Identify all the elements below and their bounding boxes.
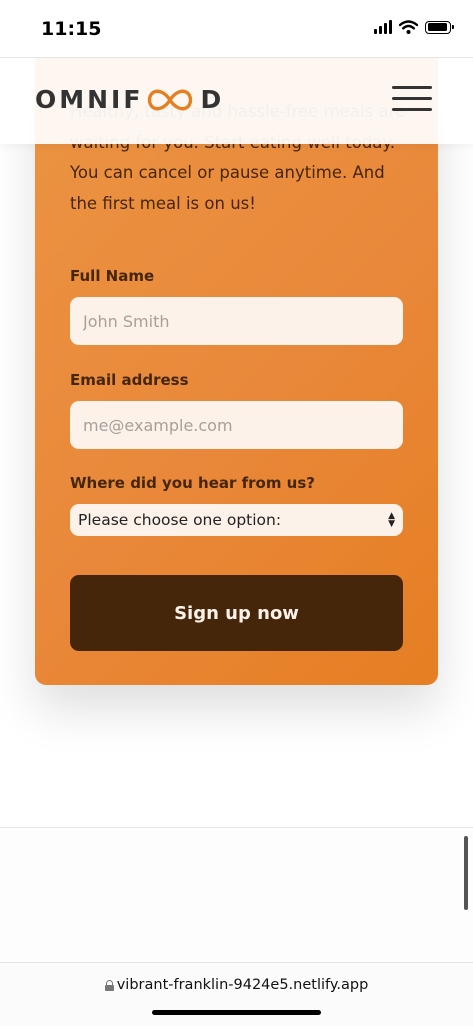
logo-text-right: D bbox=[200, 85, 225, 114]
infinity-logo-icon bbox=[148, 89, 193, 110]
omnifood-logo[interactable]: OMNIF D bbox=[35, 85, 224, 114]
source-select-value: Please choose one option: bbox=[78, 511, 282, 529]
source-select[interactable]: Please choose one option: ▲ ▼ bbox=[70, 504, 403, 536]
browser-bottom-area: vibrant-franklin-9424e5.netlify.app bbox=[0, 827, 473, 1026]
cellular-signal-icon bbox=[374, 20, 392, 34]
sign-up-button[interactable]: Sign up now bbox=[70, 575, 403, 651]
home-indicator[interactable] bbox=[152, 1010, 321, 1015]
full-name-input[interactable] bbox=[70, 297, 403, 345]
hamburger-menu-icon[interactable] bbox=[392, 86, 432, 112]
email-input[interactable] bbox=[70, 401, 403, 449]
source-label: Where did you hear from us? bbox=[70, 474, 315, 492]
wifi-icon bbox=[399, 20, 418, 34]
logo-text-left: OMNIF bbox=[35, 85, 144, 114]
status-icons bbox=[374, 20, 454, 34]
battery-icon bbox=[425, 20, 454, 34]
full-name-label: Full Name bbox=[70, 267, 155, 285]
status-bar: 11:15 bbox=[0, 0, 473, 58]
chevron-up-down-icon: ▲ ▼ bbox=[388, 511, 395, 529]
header: OMNIF D bbox=[0, 57, 473, 144]
email-label: Email address bbox=[70, 371, 189, 389]
url-text: vibrant-franklin-9424e5.netlify.app bbox=[116, 977, 369, 993]
url-row: vibrant-franklin-9424e5.netlify.app bbox=[0, 977, 473, 993]
page-content: Healthy, tasty and hassle-free meals are… bbox=[0, 57, 473, 827]
lock-icon bbox=[104, 979, 114, 991]
address-bar[interactable]: vibrant-franklin-9424e5.netlify.app bbox=[0, 962, 473, 1026]
signup-card: Healthy, tasty and hassle-free meals are… bbox=[35, 57, 438, 685]
scrollbar-thumb[interactable] bbox=[464, 836, 468, 910]
status-time: 11:15 bbox=[41, 18, 102, 40]
